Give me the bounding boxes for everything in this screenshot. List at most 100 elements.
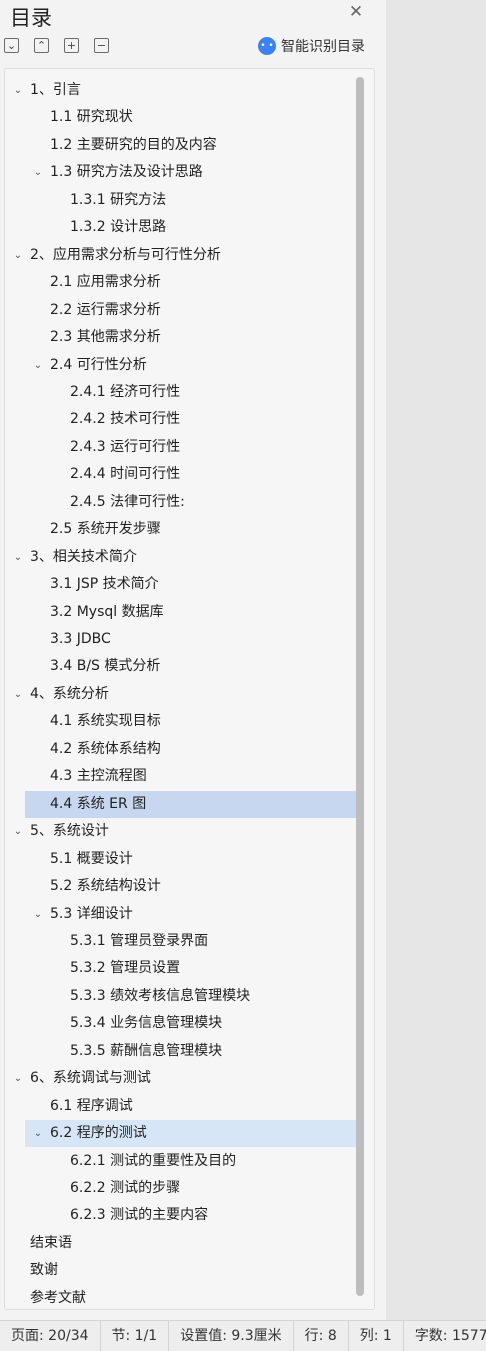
close-icon[interactable]: ✕: [347, 3, 365, 21]
toc-item[interactable]: 2.4.4 时间可行性: [25, 461, 356, 488]
chevron-down-icon[interactable]: ⌄: [11, 1065, 25, 1092]
chevron-down-icon[interactable]: ⌄: [31, 1120, 45, 1147]
toc-item[interactable]: 4.1 系统实现目标: [25, 708, 356, 735]
toc-scrollbar[interactable]: [356, 77, 364, 1296]
toc-item-label: 2.5 系统开发步骤: [50, 521, 161, 538]
chevron-down-icon[interactable]: ⌄: [31, 901, 45, 928]
toc-item-label: 3.3 JDBC: [50, 631, 111, 647]
toc-item[interactable]: 3.2 Mysql 数据库: [25, 599, 356, 626]
toc-item-label: 5.3.2 管理员设置: [70, 960, 181, 977]
chevron-down-icon[interactable]: ⌄: [31, 159, 45, 186]
remove-level-icon[interactable]: −: [94, 38, 109, 53]
toc-item[interactable]: 6.2.1 测试的重要性及目的: [25, 1148, 356, 1175]
toc-item[interactable]: 5.2 系统结构设计: [25, 873, 356, 900]
chevron-down-icon[interactable]: ⌄: [31, 352, 45, 379]
chevron-down-icon[interactable]: ⌄: [11, 544, 25, 571]
toc-item[interactable]: 3.1 JSP 技术简介: [25, 571, 356, 598]
collapse-all-icon[interactable]: ⌃: [34, 38, 49, 53]
toc-item[interactable]: 1.1 研究现状: [25, 104, 356, 131]
toc-item[interactable]: ⌄ 1.3 研究方法及设计思路: [25, 159, 356, 186]
toc-item-label: 6.2.3 测试的主要内容: [70, 1207, 209, 1224]
toc-item[interactable]: 2.4.5 法律可行性:: [25, 489, 356, 516]
toc-item-label: 5.3.4 业务信息管理模块: [70, 1015, 223, 1032]
toc-item[interactable]: ⌄ 6、系统调试与测试: [14, 1065, 356, 1092]
toc-item[interactable]: 1.3.1 研究方法: [25, 187, 356, 214]
toc-item[interactable]: 4.4 系统 ER 图: [25, 790, 356, 818]
toc-item[interactable]: ⌄ 3、相关技术简介: [14, 544, 356, 571]
toc-item[interactable]: ⌄ 1、引言: [14, 77, 356, 104]
toc-item[interactable]: 5.3.5 薪酬信息管理模块: [25, 1038, 356, 1065]
toc-item-label: 2.4.4 时间可行性: [70, 466, 181, 483]
toc-item-label: 1.3.2 设计思路: [70, 219, 167, 236]
toc-item-label: 2.3 其他需求分析: [50, 329, 161, 346]
toc-item[interactable]: 2.3 其他需求分析: [25, 324, 356, 351]
toc-item[interactable]: 5.3.3 绩效考核信息管理模块: [25, 983, 356, 1010]
toc-item[interactable]: 2.4.2 技术可行性: [25, 406, 356, 433]
toc-item-label: 5、系统设计: [30, 823, 109, 840]
toc-tree: ⌄ 1、引言 1.1 研究现状 1.2 主要研究的目的及内容 ⌄ 1.3 研究方法及设计思…: [4, 68, 375, 1310]
toc-item[interactable]: 5.3.1 管理员登录界面: [25, 928, 356, 955]
toc-item-label: 4.3 主控流程图: [50, 768, 147, 785]
toc-panel: 目录 ✕ ⌄ ⌃ + − • • 智能识别目录 ⌄ 1、引言 1.1 研究现状 1.2…: [0, 0, 386, 1320]
chevron-down-icon[interactable]: ⌄: [11, 242, 25, 269]
toc-item-label: 1.3.1 研究方法: [70, 191, 167, 208]
toc-item-label: 2.4 可行性分析: [50, 356, 147, 373]
toc-item-label: 4.1 系统实现目标: [50, 713, 161, 730]
toc-item-label: 6.1 程序调试: [50, 1097, 133, 1114]
smart-recognize-button[interactable]: • • 智能识别目录: [258, 36, 365, 56]
chevron-down-icon[interactable]: ⌄: [11, 818, 25, 845]
toc-item[interactable]: ⌄ 4、系统分析: [14, 681, 356, 708]
toc-item[interactable]: 1.3.2 设计思路: [25, 214, 356, 241]
panel-title: 目录: [10, 6, 52, 30]
toc-item-label: 1.1 研究现状: [50, 109, 133, 126]
toc-item[interactable]: 参考文献: [25, 1285, 356, 1312]
toc-item[interactable]: ⌄ 2.4 可行性分析: [25, 352, 356, 379]
status-setting: 设置值: 9.3厘米: [169, 1320, 294, 1351]
toc-item[interactable]: 2.5 系统开发步骤: [25, 516, 356, 543]
toc-item[interactable]: ⌄ 2、应用需求分析与可行性分析: [14, 242, 356, 269]
toc-item[interactable]: 4.2 系统体系结构: [25, 736, 356, 763]
toc-item-label: 2.2 运行需求分析: [50, 301, 161, 318]
status-line: 行: 8: [294, 1320, 349, 1351]
toc-item[interactable]: ⌄ 6.2 程序的测试: [25, 1120, 356, 1148]
toc-item-label: 3.1 JSP 技术简介: [50, 576, 159, 593]
toc-item[interactable]: 4.3 主控流程图: [25, 763, 356, 790]
toc-item[interactable]: 2.2 运行需求分析: [25, 297, 356, 324]
toc-item[interactable]: 2.4.1 经济可行性: [25, 379, 356, 406]
toc-item[interactable]: 6.2.2 测试的步骤: [25, 1175, 356, 1202]
toc-item-label: 1.3 研究方法及设计思路: [50, 164, 203, 181]
toc-item-label: 5.3.5 薪酬信息管理模块: [70, 1042, 223, 1059]
toc-item-label: 4、系统分析: [30, 685, 109, 702]
toc-item-label: 6.2.2 测试的步骤: [70, 1180, 181, 1196]
toc-item[interactable]: 5.1 概要设计: [25, 846, 356, 873]
toc-item-label: 2.4.3 运行可行性: [70, 438, 181, 455]
toc-item[interactable]: 3.3 JDBC: [25, 626, 356, 653]
toc-item-label: 3.4 B/S 模式分析: [50, 658, 161, 675]
toc-item[interactable]: ⌄ 5、系统设计: [14, 818, 356, 845]
toc-item[interactable]: 结束语: [25, 1230, 356, 1257]
toc-item[interactable]: 1.2 主要研究的目的及内容: [25, 132, 356, 159]
toc-item[interactable]: 3.4 B/S 模式分析: [25, 653, 356, 680]
toc-item[interactable]: 致谢: [25, 1257, 356, 1284]
toc-item-label: 2.4.5 法律可行性:: [70, 493, 185, 510]
toc-item[interactable]: 5.3.2 管理员设置: [25, 955, 356, 982]
toc-item-label: 6.2 程序的测试: [50, 1125, 147, 1142]
add-level-icon[interactable]: +: [64, 38, 79, 53]
toc-item-label: 1、引言: [30, 82, 81, 98]
document-area: [386, 0, 486, 1320]
toc-item[interactable]: 6.1 程序调试: [25, 1093, 356, 1120]
toc-item[interactable]: 2.1 应用需求分析: [25, 269, 356, 296]
chevron-down-icon[interactable]: ⌄: [11, 681, 25, 708]
expand-all-icon[interactable]: ⌄: [4, 38, 19, 53]
toc-item-label: 2.4.2 技术可行性: [70, 411, 181, 428]
chevron-down-icon[interactable]: ⌄: [11, 77, 25, 104]
toc-item[interactable]: ⌄ 5.3 详细设计: [25, 901, 356, 928]
status-word-count[interactable]: 字数: 15774: [404, 1321, 486, 1351]
toc-item[interactable]: 2.4.3 运行可行性: [25, 434, 356, 461]
toc-item[interactable]: 6.2.3 测试的主要内容: [25, 1202, 356, 1229]
status-section: 节: 1/1: [101, 1320, 170, 1351]
status-page[interactable]: 页面: 20/34: [0, 1320, 101, 1351]
toc-item-label: 6.2.1 测试的重要性及目的: [70, 1152, 237, 1169]
toc-item[interactable]: 5.3.4 业务信息管理模块: [25, 1010, 356, 1037]
toc-item-label: 5.3.3 绩效考核信息管理模块: [70, 987, 251, 1004]
